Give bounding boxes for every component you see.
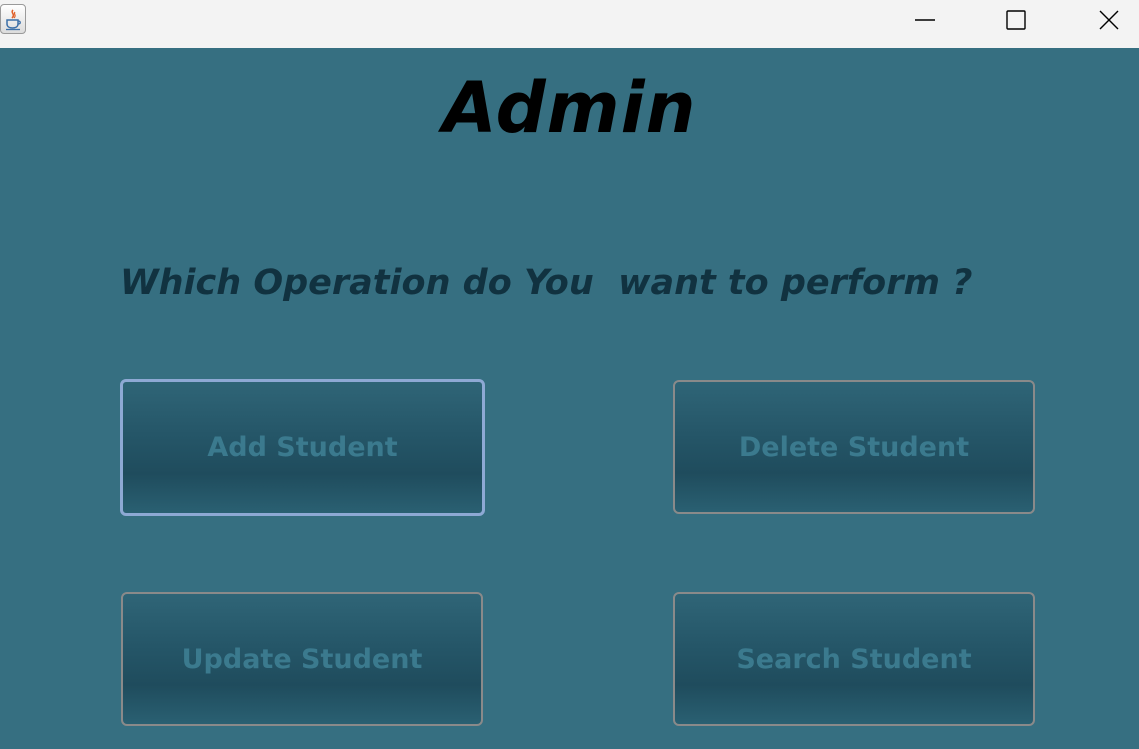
add-student-button[interactable]: Add Student bbox=[120, 379, 485, 516]
delete-student-button[interactable]: Delete Student bbox=[673, 380, 1035, 514]
page-title: Admin bbox=[442, 67, 697, 149]
java-app-icon[interactable] bbox=[0, 4, 26, 34]
admin-panel: Admin Which Operation do You want to per… bbox=[0, 48, 1139, 749]
search-student-button[interactable]: Search Student bbox=[673, 592, 1035, 726]
update-student-button[interactable]: Update Student bbox=[121, 592, 483, 726]
minimize-button[interactable] bbox=[902, 0, 948, 40]
minimize-icon bbox=[915, 19, 935, 21]
window-titlebar[interactable] bbox=[0, 0, 1139, 48]
maximize-icon bbox=[1006, 10, 1026, 30]
operation-prompt: Which Operation do You want to perform ? bbox=[120, 263, 973, 303]
maximize-button[interactable] bbox=[993, 0, 1039, 40]
close-button[interactable] bbox=[1086, 0, 1132, 40]
close-icon bbox=[1099, 10, 1119, 30]
